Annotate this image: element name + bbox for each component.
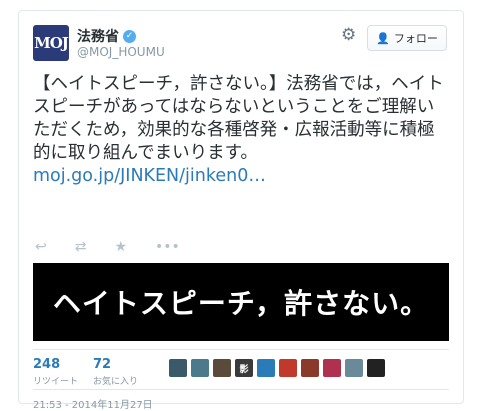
follow-button[interactable]: 👤 フォロー — [367, 25, 447, 51]
account-name-row[interactable]: 法務省 ✓ — [77, 26, 136, 46]
add-user-icon: 👤 — [376, 31, 390, 45]
favorite-count: 72 — [93, 357, 112, 372]
favorite-stat[interactable]: 72 お気に入り — [93, 357, 138, 387]
favoriter-avatar[interactable]: 影 — [235, 359, 253, 377]
favorite-icon[interactable]: ★ — [114, 239, 127, 255]
tweet-actions: ↩ ⇄ ★ ••• — [35, 239, 180, 255]
favoriter-avatar[interactable] — [301, 359, 319, 377]
tweet-timestamp[interactable]: 21:53 - 2014年11月27日 — [33, 396, 153, 411]
tweet-card: MOJ 法務省 ✓ @MOJ_HOUMU ⚙ 👤 フォロー 【ヘイトスピーチ，許… — [18, 10, 464, 411]
divider — [33, 349, 449, 350]
favoriter-avatar[interactable] — [367, 359, 385, 377]
avatar-logo: MOJ — [34, 34, 69, 52]
favoriter-avatar[interactable] — [191, 359, 209, 377]
favoriter-avatar[interactable] — [345, 359, 363, 377]
retweet-stat[interactable]: 248 リツイート — [33, 357, 78, 387]
follow-label: フォロー — [393, 32, 438, 45]
favoriter-avatar[interactable] — [257, 359, 275, 377]
account-name[interactable]: 法務省 — [77, 26, 119, 46]
avatar[interactable]: MOJ — [33, 25, 69, 61]
tweet-link[interactable]: moj.go.jp/JINKEN/jinken0… — [33, 165, 449, 188]
favoriter-avatar[interactable] — [169, 359, 187, 377]
favoriter-avatars: 影 — [169, 359, 385, 377]
reply-icon[interactable]: ↩ — [35, 239, 47, 255]
favorite-label: お気に入り — [93, 377, 139, 387]
more-icon[interactable]: ••• — [155, 239, 180, 255]
tweet-text-block: 【ヘイトスピーチ，許さない。】法務省では，ヘイトスピーチがあってはならないという… — [33, 73, 449, 188]
gear-icon[interactable]: ⚙ — [341, 27, 356, 44]
favoriter-avatar[interactable] — [279, 359, 297, 377]
retweet-icon[interactable]: ⇄ — [75, 239, 87, 255]
attached-image[interactable]: ヘイトスピーチ，許さない。 — [33, 263, 449, 341]
tweet-text: 【ヘイトスピーチ，許さない。】法務省では，ヘイトスピーチがあってはならないという… — [33, 74, 444, 163]
retweet-count: 248 — [33, 357, 61, 372]
verified-icon: ✓ — [123, 29, 136, 43]
retweet-label: リツイート — [33, 377, 79, 387]
account-handle[interactable]: @MOJ_HOUMU — [77, 45, 165, 59]
favoriter-avatar[interactable] — [213, 359, 231, 377]
banner-text: ヘイトスピーチ，許さない。 — [52, 287, 430, 320]
divider — [33, 389, 449, 390]
favoriter-avatar[interactable] — [323, 359, 341, 377]
